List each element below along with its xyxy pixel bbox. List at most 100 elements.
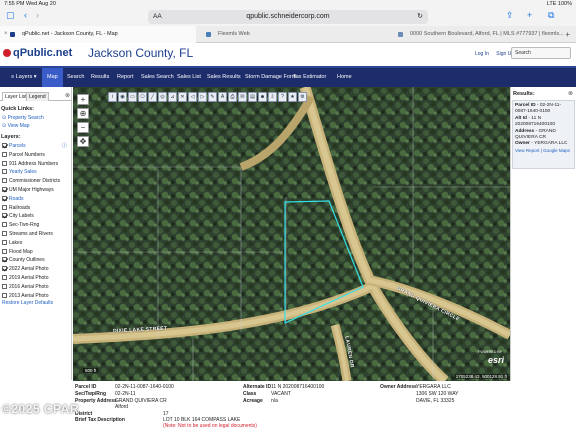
layer-tool-icon[interactable]: ▤ [248,92,257,102]
back-icon[interactable]: ‹ [24,10,27,20]
zoom-in-button[interactable]: + [77,94,89,105]
nav-sales-list[interactable]: Sales List [172,68,206,87]
layer-checkbox[interactable] [2,178,7,184]
browser-tab-qpublic[interactable]: × qPublic.net - Jackson County, FL - Map [0,26,196,43]
layer-item[interactable]: 2013 Aerial Photo [2,292,48,300]
url-text: qpublic.schneidercorp.com [246,13,330,20]
info-tool-icon[interactable]: i [108,92,117,102]
layer-item[interactable]: 2019 Aerial Photo [2,275,48,282]
result-card[interactable]: Parcel ID - 02-2N-11-0087-1640-0100 Alt … [512,100,575,169]
tab-legend[interactable]: Legend [26,92,49,101]
browser-tab-mls[interactable]: 0000 Southern Boulevard, Alford, FL | ML… [388,26,568,43]
zoom-extent-button[interactable]: ⊕ [77,108,89,119]
layer-item[interactable]: Flood Map [2,248,33,256]
layer-checkbox[interactable] [2,222,7,228]
layer-checkbox[interactable] [2,266,7,272]
select-line-icon[interactable]: ╱ [148,92,157,102]
share-icon[interactable]: ⇪ [506,10,514,21]
layer-checkbox[interactable] [2,204,7,210]
settings-icon[interactable]: ⚙ [298,92,307,102]
street-view-icon[interactable]: ☻ [258,92,267,102]
forward-icon[interactable]: › [36,10,39,20]
layer-item[interactable]: City Labels [2,213,34,220]
pan-button[interactable]: ✥ [77,136,89,147]
layer-checkbox[interactable] [2,151,7,157]
browser-tab-flexmls[interactable]: Flexmls Web [196,26,388,43]
layer-checkbox[interactable] [2,213,7,219]
layer-checkbox[interactable] [2,275,7,280]
add-tab-icon[interactable]: + [565,30,570,39]
select-tool-icon[interactable]: ▭ [128,92,137,102]
clear-selection-icon[interactable]: ✕ [178,92,187,102]
layer-checkbox[interactable] [2,231,7,236]
reader-icon[interactable]: AA [153,10,162,24]
layer-checkbox[interactable] [2,292,7,298]
close-tab-icon[interactable]: × [4,26,8,43]
bookmark-icon[interactable]: ★ [288,92,297,102]
markup-tool-icon[interactable]: ✎ [208,92,217,102]
nav-map[interactable]: Map [42,68,63,87]
print-icon[interactable]: ⎙ [228,92,237,102]
layer-item[interactable]: UM Major Highways [2,187,54,194]
layer-item[interactable]: Yearly Sales [2,169,37,176]
map-toolbar: i ◉ ▭ ⬠ ╱ ◎ ⊿ ✕ ◁ ▷ ✎ A ⎙ ✉ ▤ ☻ ⇩ ? ★ ⚙ [108,92,307,103]
layer-item[interactable]: Lakes [2,239,22,247]
nav-layers[interactable]: ≡ Layers ▾ [6,68,42,87]
nav-tax-estimator[interactable]: Tax Estimator [288,68,331,87]
restore-layer-defaults-link[interactable]: Restore Layer Defaults [2,300,53,306]
quick-link-property-search[interactable]: ⊙ Property Search [2,115,44,121]
nav-home[interactable]: Home [332,68,357,87]
powered-by-label: POWERED BY [478,350,502,354]
sidebar-icon[interactable]: ▢ [6,10,15,21]
login-link[interactable]: Log In [475,51,489,57]
layer-checkbox[interactable] [2,239,7,245]
select-polygon-icon[interactable]: ⬠ [138,92,147,102]
layer-checkbox[interactable] [2,169,7,175]
layer-item[interactable]: 2016 Aerial Photo [2,283,48,291]
layer-checkbox[interactable] [2,195,7,201]
reload-icon[interactable]: ↻ [417,10,423,24]
layer-item[interactable]: 911 Address Numbers [2,160,58,168]
help-icon[interactable]: ? [278,92,287,102]
view-report-link[interactable]: View Report [515,148,539,153]
new-tab-icon[interactable]: + [527,10,532,20]
layer-label: 2019 Aerial Photo [9,275,49,281]
layer-checkbox[interactable] [2,257,7,263]
layer-item[interactable]: Parcel Numbers [2,151,45,159]
layer-item[interactable]: Sec-Twn-Rng [2,222,39,229]
layer-checkbox[interactable] [2,160,7,166]
layer-item[interactable]: Streams and Rivers [2,231,53,238]
layer-checkbox[interactable] [2,187,7,192]
map-view[interactable]: + ⊕ − ✥ i ◉ ▭ ⬠ ╱ ◎ ⊿ ✕ ◁ ▷ ✎ A ⎙ ✉ ▤ ☻ … [73,87,510,381]
layer-checkbox[interactable] [2,283,7,289]
nav-report[interactable]: Report [112,68,139,87]
layers-title: Layers: [1,134,21,140]
measure-tool-icon[interactable]: ⊿ [168,92,177,102]
layer-item[interactable]: 2022 Aerial Photo [2,266,48,273]
layer-item[interactable]: Railroads [2,204,30,212]
export-icon[interactable]: ⇩ [268,92,277,102]
qpublic-logo[interactable]: qPublic.net [3,47,72,59]
nav-results[interactable]: Results [86,68,114,87]
address-bar[interactable]: AA qpublic.schneidercorp.com ↻ [148,10,428,24]
google-maps-link[interactable]: Google Maps [543,148,570,153]
header-search-field[interactable]: Search [511,47,571,59]
close-panel-icon[interactable]: ⊗ [65,92,70,99]
tabs-overview-icon[interactable]: ⧉ [548,10,554,21]
layer-checkbox[interactable] [2,248,7,254]
layer-item[interactable]: Roads [2,195,23,203]
layer-item[interactable]: Commissioner Districts [2,178,60,185]
layer-checkbox[interactable] [2,143,7,148]
prev-extent-icon[interactable]: ◁ [188,92,197,102]
text-tool-icon[interactable]: A [218,92,227,102]
layer-item[interactable]: County Outlines [2,257,45,264]
quick-link-view-map[interactable]: ⊙ View Map [2,123,29,129]
email-icon[interactable]: ✉ [238,92,247,102]
next-extent-icon[interactable]: ▷ [198,92,207,102]
info-owner-street: 1306 SW 120 WAY [416,391,459,397]
buffer-tool-icon[interactable]: ◎ [158,92,167,102]
identify-tool-icon[interactable]: ◉ [118,92,127,102]
zoom-out-button[interactable]: − [77,122,89,133]
layer-item[interactable]: Parcels ⓘ [2,143,67,150]
close-results-icon[interactable]: ⊗ [568,90,573,97]
